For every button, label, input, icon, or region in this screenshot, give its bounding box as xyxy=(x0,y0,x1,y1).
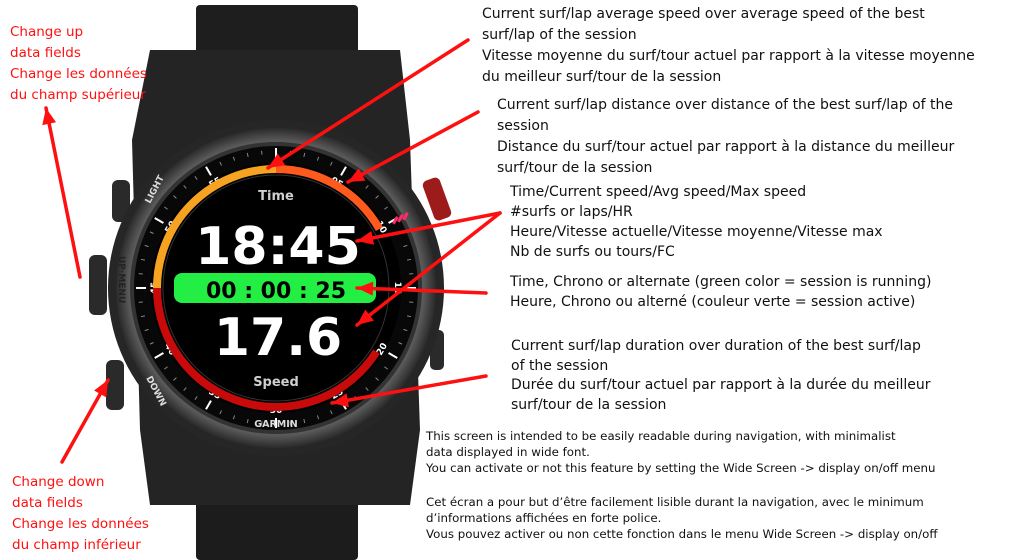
note-change-up: Change up data fields Change les données… xyxy=(10,22,147,106)
brand-logo: GARMIN xyxy=(254,419,297,430)
note-line: Current surf/lap distance over distance … xyxy=(497,97,954,113)
note-line: Heure, Chrono ou alterné (couleur verte … xyxy=(510,294,916,310)
note-line: session xyxy=(497,118,549,134)
note-info-en: This screen is intended to be easily rea… xyxy=(426,428,935,476)
note-line: data displayed in wide font. xyxy=(426,445,590,459)
note-line: Durée du surf/tour actuel par rapport à … xyxy=(511,377,931,393)
top-field-value: 18:45 xyxy=(195,217,361,277)
note-change-down: Change down data fields Change les donné… xyxy=(12,472,149,556)
annotation-arrow xyxy=(44,106,82,279)
note-line: Heure/Vitesse actuelle/Vitesse moyenne/V… xyxy=(510,224,883,240)
note-right-arc: Current surf/lap distance over distance … xyxy=(497,95,954,179)
arrow-head-icon xyxy=(42,108,57,126)
note-line: You can activate or not this feature by … xyxy=(426,461,936,475)
note-line: data fields xyxy=(10,45,81,61)
note-top-arc: Current surf/lap average speed over aver… xyxy=(482,4,975,88)
up-menu-label: UP·MENU xyxy=(116,256,126,303)
note-info-fr: Cet écran a pour but d’être facilement l… xyxy=(426,494,937,542)
note-chrono: Time, Chrono or alternate (green color =… xyxy=(510,272,931,312)
up-menu-button[interactable] xyxy=(89,255,107,315)
note-line: Change down xyxy=(12,474,105,490)
note-line: surf/lap of the session xyxy=(482,27,637,43)
note-line: #surfs or laps/HR xyxy=(510,204,633,220)
note-line: Time/Current speed/Avg speed/Max speed xyxy=(510,184,807,200)
note-line: Distance du surf/tour actuel par rapport… xyxy=(497,139,955,155)
note-fields: Time/Current speed/Avg speed/Max speed #… xyxy=(510,182,883,262)
note-line: surf/tour de la session xyxy=(511,396,667,413)
note-line: Cet écran a pour but d’être facilement l… xyxy=(426,495,924,509)
note-line: du champ inférieur xyxy=(12,537,141,553)
note-line: Change les données xyxy=(12,516,149,532)
note-line: Vitesse moyenne du surf/tour actuel par … xyxy=(482,48,975,64)
note-line: surf/tour de la session xyxy=(497,160,653,176)
note-line: data fields xyxy=(12,495,83,511)
note-line: du champ supérieur xyxy=(10,87,146,103)
note-line: Change les données xyxy=(10,66,147,82)
note-line: Current surf/lap average speed over aver… xyxy=(482,6,925,22)
note-line: du meilleur surf/tour de la session xyxy=(482,69,722,85)
bottom-field-value: 17.6 xyxy=(214,308,342,368)
note-line: Vous pouvez activer ou non cette fonctio… xyxy=(426,527,938,541)
note-line: Current surf/lap duration over duration … xyxy=(511,338,921,354)
note-line: d’informations affichées en forte police… xyxy=(426,511,662,525)
down-button[interactable] xyxy=(106,360,124,410)
note-bottom-arc: Current surf/lap duration over duration … xyxy=(511,337,931,415)
chrono-value: 00 : 00 : 25 xyxy=(206,279,346,304)
note-line: This screen is intended to be easily rea… xyxy=(426,429,896,443)
note-line: Nb de surfs ou tours/FC xyxy=(510,244,675,260)
note-line: Time, Chrono or alternate (green color =… xyxy=(510,274,932,290)
bottom-field-label: Speed xyxy=(253,375,299,390)
note-line: Change up xyxy=(10,24,84,40)
top-field-label: Time xyxy=(258,189,294,204)
note-line: of the session xyxy=(511,357,609,374)
